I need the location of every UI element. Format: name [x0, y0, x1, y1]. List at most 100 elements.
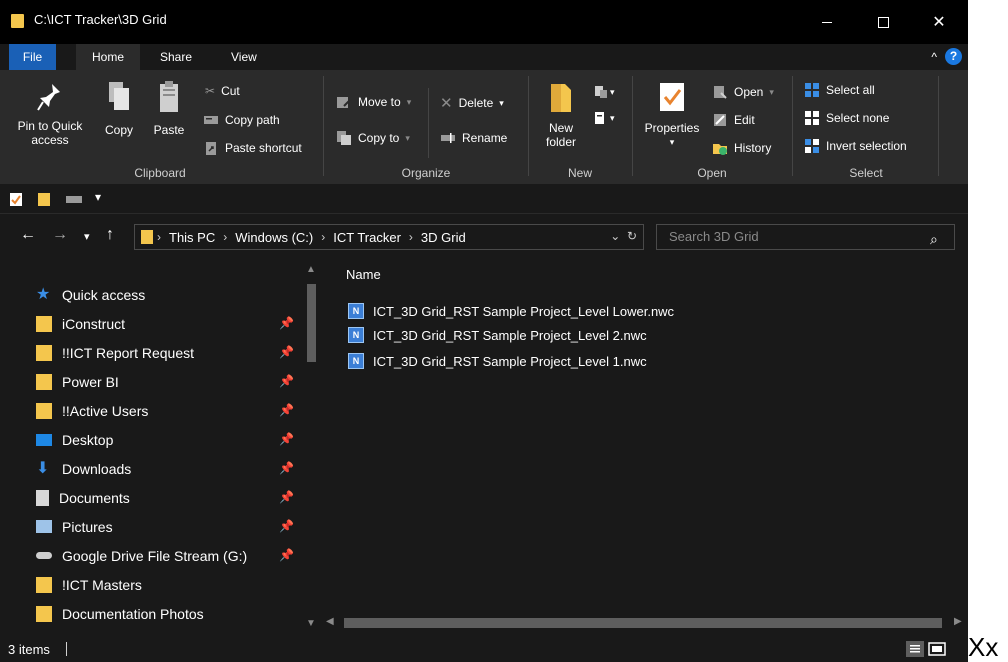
pin-icon[interactable]: 📌 — [279, 548, 294, 562]
scroll-up-icon[interactable]: ▲ — [306, 264, 316, 275]
scroll-down-icon[interactable]: ▼ — [306, 618, 316, 629]
pin-icon[interactable]: 📌 — [279, 461, 294, 475]
nav-item-label: iConstruct — [62, 315, 126, 332]
history-button[interactable]: History — [712, 140, 771, 156]
user-folder-icon — [36, 315, 52, 332]
properties-qat-icon[interactable] — [10, 193, 22, 206]
pin-to-quick-access-button[interactable]: Pin to Quick access — [6, 80, 94, 147]
tab-file[interactable]: File — [9, 44, 56, 70]
paste-button[interactable]: Paste — [148, 80, 190, 137]
breadcrumb-ict-tracker[interactable]: ICT Tracker — [333, 230, 401, 245]
minimize-button[interactable] — [804, 0, 850, 44]
close-button[interactable]: ✕ — [916, 0, 962, 44]
nav-scrollbar[interactable]: ▲ ▼ — [302, 260, 320, 634]
paste-shortcut-button[interactable]: Paste shortcut — [203, 140, 302, 156]
address-controls: ⌄ ↻ — [610, 229, 637, 243]
address-bar[interactable]: › This PC › Windows (C:) › ICT Tracker ›… — [134, 224, 644, 250]
pin-icon[interactable]: 📌 — [279, 403, 294, 417]
new-item-dropdown-icon: ▾ — [610, 86, 615, 97]
breadcrumb-3d-grid[interactable]: 3D Grid — [421, 230, 466, 245]
open-icon — [714, 86, 727, 99]
nav-item-label: Google Drive File Stream (G:) — [62, 547, 248, 564]
select-all-button[interactable]: Select all — [804, 82, 875, 98]
forward-arrow-icon[interactable]: → — [52, 226, 68, 244]
nav-item-documentation-photos[interactable]: Documentation Photos — [36, 599, 300, 628]
horizontal-scrollbar-thumb[interactable] — [344, 618, 942, 628]
up-arrow-icon[interactable]: ↑ — [106, 226, 114, 244]
pin-icon[interactable]: 📌 — [279, 345, 294, 359]
properties-icon — [660, 83, 684, 111]
pin-icon[interactable]: 📌 — [279, 374, 294, 388]
navisworks-file-icon: N — [348, 303, 364, 319]
copy-path-button[interactable]: Copy path — [203, 112, 280, 128]
file-item[interactable]: N ICT_3D Grid_RST Sample Project_Level L… — [348, 299, 674, 323]
nav-item-google-drive[interactable]: Google Drive File Stream (G:) 📌 — [36, 541, 300, 570]
new-folder-button[interactable]: New folder — [536, 80, 586, 149]
nav-item-pictures[interactable]: Pictures 📌 — [36, 512, 300, 541]
details-view-icon[interactable] — [906, 641, 924, 657]
nav-item-iconstruct[interactable]: iConstruct 📌 — [36, 309, 300, 338]
properties-label: Properties — [644, 121, 700, 135]
large-icons-view-icon[interactable] — [928, 641, 946, 657]
scroll-left-icon[interactable]: ◀ — [326, 616, 334, 627]
rename-qat-icon[interactable] — [66, 193, 82, 206]
nav-item-label: Power BI — [62, 373, 119, 390]
pin-icon[interactable]: 📌 — [279, 490, 294, 504]
chevron-down-icon[interactable]: ⌄ — [610, 229, 620, 243]
copy-to-button[interactable]: Copy to ▾ — [336, 130, 410, 146]
item-count: 3 items — [8, 642, 50, 657]
customize-qat-icon[interactable]: ▾ — [95, 190, 101, 204]
back-arrow-icon[interactable]: ← — [20, 226, 36, 244]
open-button[interactable]: Open ▾ — [712, 84, 774, 100]
collapse-ribbon-icon[interactable]: ^ — [931, 50, 937, 64]
rename-button[interactable]: Rename — [440, 130, 507, 146]
nav-item-documents[interactable]: Documents 📌 — [36, 483, 300, 512]
column-header-name[interactable]: Name — [346, 267, 381, 282]
tab-home[interactable]: Home — [76, 44, 140, 70]
nav-item-desktop[interactable]: Desktop 📌 — [36, 425, 300, 454]
breadcrumb-this-pc[interactable]: This PC — [169, 230, 215, 245]
nav-quick-access[interactable]: ★ Quick access — [36, 280, 300, 309]
properties-button[interactable]: Properties ▾ — [636, 80, 708, 149]
minimize-icon — [822, 21, 832, 23]
easy-access-button[interactable]: ▾ — [592, 110, 615, 126]
nav-item-active-users[interactable]: !!Active Users 📌 — [36, 396, 300, 425]
scroll-right-icon[interactable]: ▶ — [954, 616, 962, 627]
invert-selection-button[interactable]: Invert selection — [804, 138, 907, 154]
file-item[interactable]: N ICT_3D Grid_RST Sample Project_Level 1… — [348, 349, 647, 373]
nav-item-ict-masters[interactable]: !ICT Masters — [36, 570, 300, 599]
quick-access-toolbar: ▾ — [0, 184, 968, 214]
file-item[interactable]: N ICT_3D Grid_RST Sample Project_Level 2… — [348, 323, 647, 347]
select-none-button[interactable]: Select none — [804, 110, 889, 126]
edit-button[interactable]: Edit — [712, 112, 755, 128]
ribbon-divider — [323, 76, 324, 176]
new-item-button[interactable]: ▾ — [592, 84, 615, 100]
cut-button[interactable]: ✂ Cut — [205, 84, 240, 98]
nav-item-downloads[interactable]: ⬇ Downloads 📌 — [36, 454, 300, 483]
search-icon[interactable]: ⌕ — [930, 231, 960, 248]
pin-icon[interactable]: 📌 — [279, 316, 294, 330]
refresh-icon[interactable]: ↻ — [627, 229, 637, 243]
breadcrumb-windows-c[interactable]: Windows (C:) — [235, 230, 313, 245]
recent-locations-icon[interactable]: ▾ — [84, 230, 90, 243]
pin-icon[interactable]: 📌 — [279, 519, 294, 533]
pin-icon[interactable]: 📌 — [279, 432, 294, 446]
horizontal-scrollbar[interactable]: ◀ ▶ — [320, 612, 968, 632]
move-to-button[interactable]: Move to ▾ — [336, 94, 411, 110]
delete-button[interactable]: ✕ Delete ▾ — [440, 94, 504, 112]
help-icon[interactable]: ? — [945, 48, 962, 65]
tab-view[interactable]: View — [221, 44, 267, 70]
chevron-right-icon: › — [223, 230, 228, 244]
maximize-button[interactable] — [860, 0, 906, 44]
pin-label-line1: Pin to Quick — [17, 119, 83, 133]
pin-label-line2: access — [31, 133, 69, 147]
search-input[interactable]: Search 3D Grid — [656, 224, 955, 250]
nav-scrollbar-thumb[interactable] — [307, 284, 316, 362]
nav-item-ict-report-request[interactable]: !!ICT Report Request 📌 — [36, 338, 300, 367]
nav-item-power-bi[interactable]: Power BI 📌 — [36, 367, 300, 396]
new-folder-qat-icon[interactable] — [38, 193, 50, 206]
copy-button[interactable]: Copy — [98, 80, 140, 137]
ribbon-divider — [938, 76, 939, 176]
tab-share[interactable]: Share — [150, 44, 202, 70]
select-group: Select all Select none Invert selection … — [796, 74, 936, 182]
